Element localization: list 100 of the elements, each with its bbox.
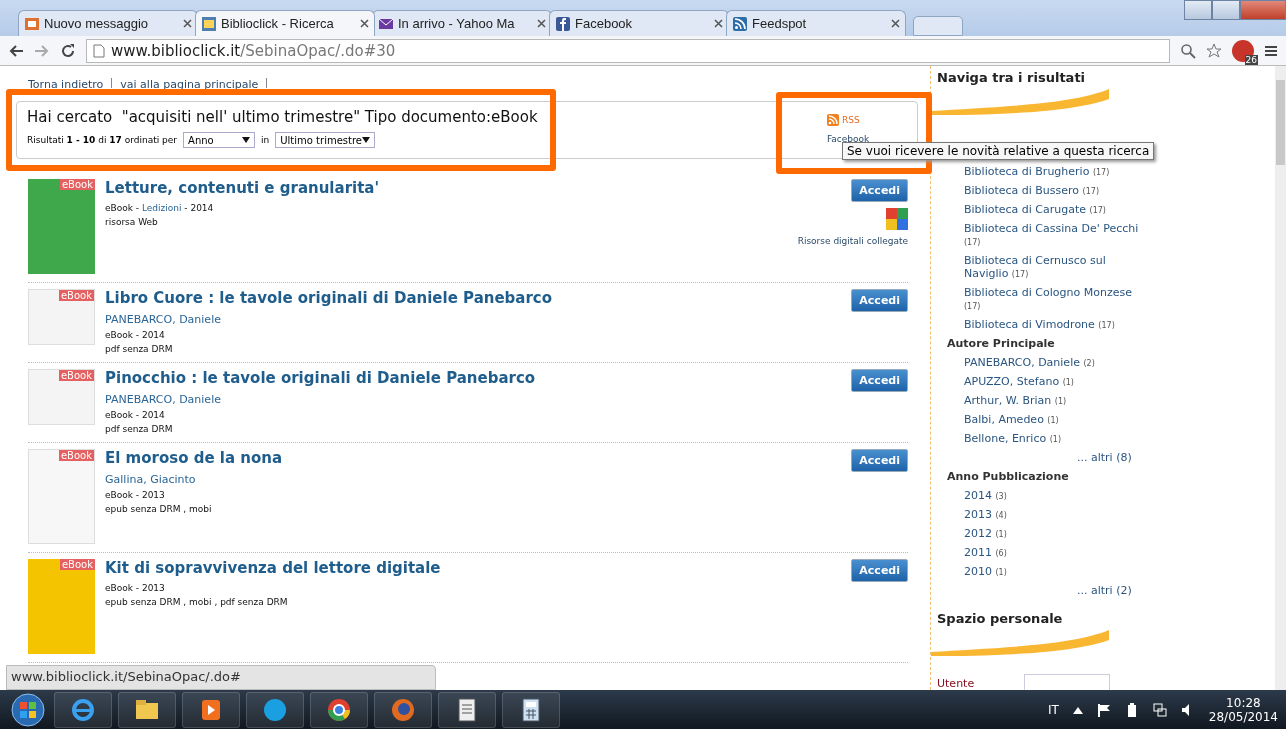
close-icon[interactable] [537, 19, 546, 28]
period-dropdown[interactable]: Ultimo trimestre [275, 132, 376, 148]
scrollbar-thumb[interactable] [1276, 80, 1285, 165]
accedi-button[interactable]: Accedi [851, 369, 908, 392]
facet-link[interactable]: Arthur, W. Brian (1) [947, 394, 1147, 407]
user-label: Utente [937, 676, 975, 690]
format-text: pdf senza DRM [105, 344, 174, 354]
caret-icon[interactable] [362, 137, 371, 143]
accedi-button[interactable]: Accedi [851, 289, 908, 312]
sort-dropdown[interactable]: Anno [183, 132, 256, 148]
rss-link[interactable]: RSS [842, 115, 860, 125]
network-icon[interactable] [1152, 702, 1167, 717]
publisher-link[interactable]: Ledizioni [141, 203, 182, 213]
facet-link[interactable]: 2010 (1) [947, 565, 1147, 578]
taskbar-app-button[interactable] [438, 691, 496, 728]
close-icon[interactable] [183, 19, 192, 28]
ebook-badge: eBook [58, 370, 94, 381]
facet-link[interactable]: PANEBARCO, Daniele (2) [947, 356, 1147, 369]
browser-icon [70, 696, 96, 723]
maximize-button[interactable] [1212, 0, 1240, 20]
close-icon[interactable] [714, 19, 723, 28]
result-title-link[interactable]: Letture, contenuti e granularita' [105, 179, 788, 197]
start-button[interactable] [8, 691, 48, 728]
user-input-field[interactable] [1024, 674, 1111, 690]
facet-heading: Anno Pubblicazione [947, 470, 1070, 483]
chrome-icon [326, 696, 352, 723]
result-title-link[interactable]: Libro Cuore : le tavole originali di Daniele Panebarco [105, 289, 842, 307]
result-meta-text: eBook - 2013 [105, 490, 166, 500]
facet-link[interactable]: 2013 (4) [947, 508, 1147, 521]
close-icon[interactable] [360, 19, 369, 28]
facet-link[interactable]: Biblioteca di Cernusco sul Naviglio (17) [947, 254, 1147, 280]
facebook-link[interactable]: Facebook [827, 134, 870, 144]
rss-icon[interactable] [827, 114, 839, 126]
sidebar-title: Naviga tra i risultati [937, 70, 1087, 85]
facet-link[interactable]: Bellone, Enrico (1) [947, 432, 1147, 445]
browser-tab[interactable]: Biblioclick - Ricerca [195, 10, 375, 36]
accedi-button[interactable]: Accedi [851, 179, 908, 202]
linked-resources-link[interactable]: Risorse digitali collegate [797, 236, 908, 246]
result-title-link[interactable]: El moroso de la nona [105, 449, 842, 467]
author-link[interactable]: PANEBARCO, Daniele [105, 313, 842, 326]
browser-tab[interactable]: Nuovo messaggio [18, 10, 198, 36]
star-icon[interactable] [1206, 42, 1222, 59]
facet-link[interactable]: Biblioteca di Brugherio (17) [947, 165, 1147, 178]
taskbar-app-button[interactable] [118, 691, 176, 728]
facet-link[interactable]: 2014 (3) [947, 489, 1147, 502]
menu-icon[interactable] [1264, 43, 1278, 58]
result-title-link[interactable]: Kit di sopravvivenza del lettore digitale [105, 559, 842, 577]
accedi-button[interactable]: Accedi [851, 449, 908, 472]
ebook-badge: eBook [59, 179, 95, 190]
facet-link[interactable]: 2011 (6) [947, 546, 1147, 559]
format-text: risorsa Web [105, 217, 159, 227]
results-count-text: Risultati 1 - 10 di 17 ordinati per [27, 135, 178, 145]
breadcrumb-link[interactable]: Torna indietro [28, 78, 104, 91]
facet-link[interactable]: Biblioteca di Carugate (17) [947, 203, 1147, 216]
reload-icon[interactable] [60, 42, 76, 59]
facet-link[interactable]: 2012 (1) [947, 527, 1147, 540]
result-meta-text: eBook - 2014 [105, 410, 166, 420]
section-title: Spazio personale [937, 611, 1064, 626]
rss-icon [732, 15, 748, 32]
language-indicator[interactable]: IT [1047, 702, 1059, 717]
search-icon[interactable] [1180, 42, 1196, 59]
more-link[interactable]: ... altri (2) [947, 584, 1275, 597]
facet-link[interactable]: Biblioteca di Cassina De' Pecchi (17) [947, 222, 1147, 248]
status-url-text: www.biblioclick.it/SebinaOpac/.do# [6, 665, 436, 690]
address-bar[interactable]: www.biblioclick.it/SebinaOpac/.do#30 [86, 38, 1170, 63]
flag-icon[interactable] [1096, 702, 1111, 717]
clock-date[interactable]: 28/05/2014 [1208, 709, 1278, 724]
page-icon [93, 43, 105, 58]
facet-heading: Autore Principale [947, 337, 1056, 350]
facet-link[interactable]: APUZZO, Stefano (1) [947, 375, 1147, 388]
caret-icon[interactable] [242, 137, 251, 143]
facet-link[interactable]: Biblioteca di Cologno Monzese (17) [947, 286, 1147, 312]
author-link[interactable]: PANEBARCO, Daniele [105, 393, 842, 406]
facet-link[interactable]: Biblioteca di Bussero (17) [947, 184, 1147, 197]
back-icon[interactable] [8, 42, 24, 59]
format-text: epub senza DRM , mobi , pdf senza DRM [105, 597, 289, 607]
result-meta-text: eBook - 2013 [105, 583, 166, 593]
more-link[interactable]: ... altri (8) [947, 451, 1275, 464]
caret-icon[interactable] [1072, 705, 1083, 714]
taskbar-app-button[interactable] [310, 691, 368, 728]
clock-time[interactable]: 10:28 [1226, 695, 1261, 710]
ebook-badge: eBook [59, 559, 95, 570]
facet-link[interactable]: Balbi, Amedeo (1) [947, 413, 1147, 426]
scrollbar[interactable] [1275, 66, 1286, 690]
mail-icon [24, 15, 40, 32]
browser-tab[interactable]: Facebook [549, 10, 729, 36]
picture-icon [201, 15, 217, 32]
format-text: epub senza DRM , mobi [105, 504, 213, 514]
facet-link[interactable]: Biblioteca di Vimodrone (17) [947, 318, 1147, 331]
minimize-button[interactable] [1184, 0, 1212, 20]
browser-tab[interactable]: Feedspot [726, 10, 906, 36]
browser-tab[interactable]: In arrivo - Yahoo Ma [372, 10, 552, 36]
search-query-text: Hai cercato "acquisiti nell' ultimo trimestre" Tipo documento:eBook [27, 108, 538, 126]
taskbar-app-button[interactable] [502, 691, 560, 728]
author-link[interactable]: Gallina, Giacinto [105, 473, 842, 486]
google-icon[interactable] [886, 208, 908, 230]
close-icon[interactable] [891, 19, 900, 28]
result-title-link[interactable]: Pinocchio : le tavole originali di Daniele Panebarco [105, 369, 842, 387]
accedi-button[interactable]: Accedi [851, 559, 908, 582]
ebook-badge: eBook [58, 450, 94, 461]
